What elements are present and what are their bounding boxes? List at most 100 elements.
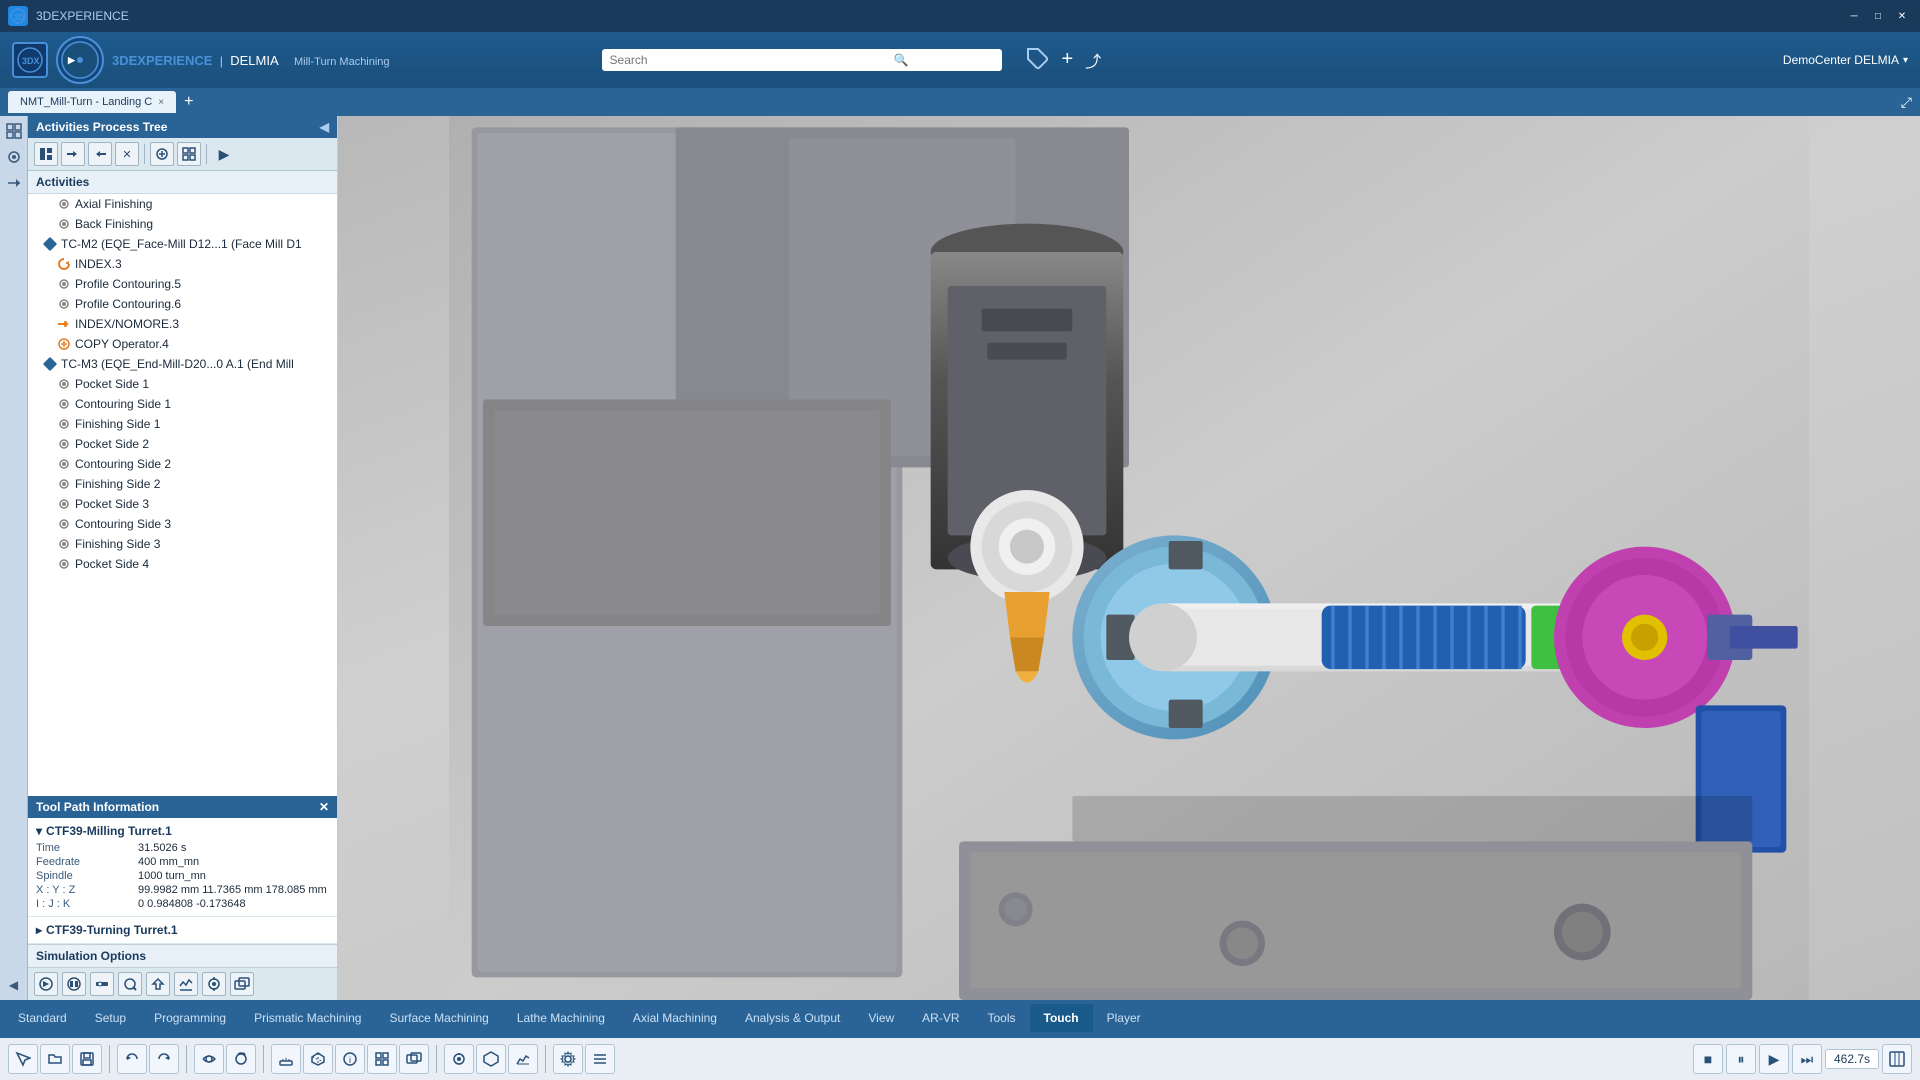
tree-item[interactable]: Back Finishing: [28, 214, 337, 234]
tree-item[interactable]: TC-M2 (EQE_Face-Mill D12...1 (Face Mill …: [28, 234, 337, 254]
bottom-tab-surface-machining[interactable]: Surface Machining: [375, 1004, 502, 1032]
bottom-tab-analysis-&-output[interactable]: Analysis & Output: [731, 1004, 854, 1032]
add-button[interactable]: +: [1062, 48, 1074, 72]
tree-item[interactable]: Pocket Side 2: [28, 434, 337, 454]
user-area[interactable]: DemoCenter DELMIA ▾: [1783, 53, 1908, 67]
toolbar-btn-undo[interactable]: [117, 1044, 147, 1074]
toolbar-btn-grid[interactable]: [367, 1044, 397, 1074]
toolbar-group-3: [194, 1044, 256, 1074]
toolbar-btn-rotate[interactable]: [226, 1044, 256, 1074]
sim-tool-3[interactable]: [90, 972, 114, 996]
minimize-button[interactable]: ─: [1844, 8, 1864, 24]
new-tab-button[interactable]: +: [180, 93, 197, 111]
fast-forward-button[interactable]: ⏭: [1792, 1044, 1822, 1074]
toolbar-btn-info[interactable]: i: [335, 1044, 365, 1074]
3d-viewport[interactable]: [338, 116, 1920, 1000]
bottom-tab-tools[interactable]: Tools: [974, 1004, 1030, 1032]
toolbar-btn-3d[interactable]: [303, 1044, 333, 1074]
maximize-button[interactable]: □: [1868, 8, 1888, 24]
zoom-to-fit-button[interactable]: [1882, 1044, 1912, 1074]
left-icon-collapse[interactable]: ◀: [3, 974, 25, 996]
bottom-tab-player[interactable]: Player: [1093, 1004, 1155, 1032]
tree-item[interactable]: Contouring Side 2: [28, 454, 337, 474]
tree-item[interactable]: Finishing Side 3: [28, 534, 337, 554]
toolpath-section-1-header[interactable]: ▾ CTF39-Milling Turret.1: [36, 824, 329, 838]
tree-item[interactable]: Contouring Side 3: [28, 514, 337, 534]
main-tab[interactable]: NMT_Mill-Turn - Landing C ×: [8, 91, 176, 113]
toolbar-button-1[interactable]: [34, 142, 58, 166]
left-icon-2[interactable]: [3, 146, 25, 168]
sim-tool-7[interactable]: [202, 972, 226, 996]
tab-close-icon[interactable]: ×: [158, 97, 164, 108]
bottom-tab-ar-vr[interactable]: AR-VR: [908, 1004, 973, 1032]
tree-item[interactable]: INDEX/NOMORE.3: [28, 314, 337, 334]
left-icon-3[interactable]: [3, 172, 25, 194]
sim-tool-6[interactable]: [174, 972, 198, 996]
tree-item[interactable]: COPY Operator.4: [28, 334, 337, 354]
close-button[interactable]: ✕: [1892, 8, 1912, 24]
compass-icon[interactable]: ▶: [56, 36, 104, 84]
toolbar-button-5[interactable]: [150, 142, 174, 166]
sim-tool-5[interactable]: [146, 972, 170, 996]
tree-item[interactable]: Finishing Side 2: [28, 474, 337, 494]
toolbar-button-2[interactable]: [61, 142, 85, 166]
spindle-label: Spindle: [36, 870, 136, 882]
tree-item[interactable]: Pocket Side 1: [28, 374, 337, 394]
bottom-tab-axial-machining[interactable]: Axial Machining: [619, 1004, 731, 1032]
sim-tool-8[interactable]: [230, 972, 254, 996]
panel-collapse-button[interactable]: ◀: [320, 120, 329, 134]
toolbar-btn-render[interactable]: [444, 1044, 474, 1074]
toolbar-btn-measure[interactable]: [271, 1044, 301, 1074]
bottom-tab-setup[interactable]: Setup: [81, 1004, 140, 1032]
left-icon-1[interactable]: [3, 120, 25, 142]
bottom-tab-touch[interactable]: Touch: [1030, 1004, 1093, 1032]
tree-item[interactable]: INDEX.3: [28, 254, 337, 274]
sim-tool-1[interactable]: [34, 972, 58, 996]
toolbar-button-3[interactable]: [88, 142, 112, 166]
bottom-tab-standard[interactable]: Standard: [4, 1004, 81, 1032]
sim-tool-2[interactable]: [62, 972, 86, 996]
toolbar-btn-material[interactable]: [476, 1044, 506, 1074]
sim-tool-4[interactable]: [118, 972, 142, 996]
toolbar-btn-analysis[interactable]: [508, 1044, 538, 1074]
bottom-tab-view[interactable]: View: [854, 1004, 908, 1032]
tree-item[interactable]: Pocket Side 4: [28, 554, 337, 574]
toolbar-btn-zoom-all[interactable]: [399, 1044, 429, 1074]
toolbar-btn-list[interactable]: [585, 1044, 615, 1074]
bottom-tab-prismatic-machining[interactable]: Prismatic Machining: [240, 1004, 375, 1032]
tree-item[interactable]: Profile Contouring.6: [28, 294, 337, 314]
bookmark-icon[interactable]: [1026, 47, 1050, 74]
toolbar-btn-save[interactable]: [72, 1044, 102, 1074]
bottom-tab-programming[interactable]: Programming: [140, 1004, 240, 1032]
play-button[interactable]: ▶: [1759, 1044, 1789, 1074]
tree-item[interactable]: Profile Contouring.5: [28, 274, 337, 294]
panel-toolbar: ✕ ▶: [28, 138, 337, 171]
user-dropdown-arrow: ▾: [1903, 55, 1908, 66]
toolpath-info-grid: Time 31.5026 s Feedrate 400 mm_mn Spindl…: [36, 842, 329, 910]
maximize-viewport-icon[interactable]: ⤢: [1901, 94, 1912, 111]
tab-label: NMT_Mill-Turn - Landing C: [20, 96, 152, 108]
share-button[interactable]: ⤴: [1085, 48, 1101, 72]
toolbar-btn-view[interactable]: [194, 1044, 224, 1074]
simulation-options[interactable]: Simulation Options: [28, 944, 337, 967]
toolbar-button-6[interactable]: [177, 142, 201, 166]
search-input[interactable]: [610, 53, 890, 67]
stop-button[interactable]: ■: [1693, 1044, 1723, 1074]
toolbar-button-4[interactable]: ✕: [115, 142, 139, 166]
toolpath-panel-header[interactable]: Tool Path Information ✕: [28, 796, 337, 818]
toolbar-btn-redo[interactable]: [149, 1044, 179, 1074]
toolbar-btn-settings[interactable]: [553, 1044, 583, 1074]
toolbar-btn-open[interactable]: [40, 1044, 70, 1074]
tree-item[interactable]: Contouring Side 1: [28, 394, 337, 414]
pause-button[interactable]: ⏸: [1726, 1044, 1756, 1074]
tree-item[interactable]: Finishing Side 1: [28, 414, 337, 434]
toolpath-close-button[interactable]: ✕: [319, 800, 329, 814]
toolbar-expand-arrow[interactable]: ▶: [212, 142, 236, 166]
toolpath-section-2-header[interactable]: ▸ CTF39-Turning Turret.1: [36, 923, 329, 937]
bottom-tab-lathe-machining[interactable]: Lathe Machining: [503, 1004, 619, 1032]
tree-item[interactable]: Pocket Side 3: [28, 494, 337, 514]
brand-product: Mill-Turn Machining: [294, 56, 390, 68]
tree-item[interactable]: Axial Finishing: [28, 194, 337, 214]
tree-item[interactable]: TC-M3 (EQE_End-Mill-D20...0 A.1 (End Mil…: [28, 354, 337, 374]
toolbar-btn-select[interactable]: [8, 1044, 38, 1074]
